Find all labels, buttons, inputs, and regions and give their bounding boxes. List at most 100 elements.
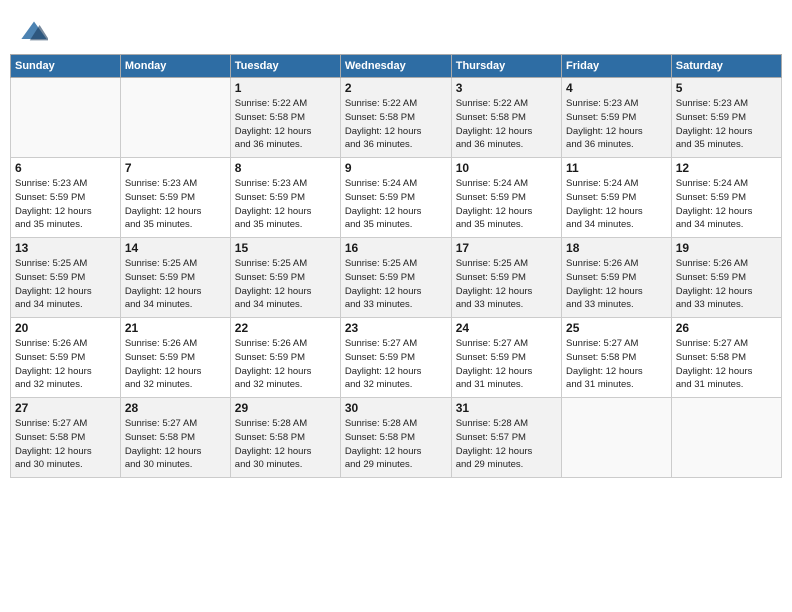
logo-icon [20, 18, 48, 46]
calendar-week-row: 1 Sunrise: 5:22 AM Sunset: 5:58 PM Daylig… [11, 78, 782, 158]
calendar-cell: 17 Sunrise: 5:25 AM Sunset: 5:59 PM Dayli… [451, 238, 561, 318]
day-number: 11 [566, 161, 667, 175]
day-info: Sunrise: 5:25 AM Sunset: 5:59 PM Dayligh… [345, 257, 447, 312]
day-number: 31 [456, 401, 557, 415]
calendar-cell: 18 Sunrise: 5:26 AM Sunset: 5:59 PM Dayli… [562, 238, 672, 318]
day-number: 22 [235, 321, 336, 335]
calendar-cell [11, 78, 121, 158]
day-number: 17 [456, 241, 557, 255]
calendar-cell: 13 Sunrise: 5:25 AM Sunset: 5:59 PM Dayli… [11, 238, 121, 318]
day-number: 16 [345, 241, 447, 255]
day-info: Sunrise: 5:27 AM Sunset: 5:58 PM Dayligh… [15, 417, 116, 472]
day-number: 21 [125, 321, 226, 335]
day-number: 9 [345, 161, 447, 175]
calendar-cell: 23 Sunrise: 5:27 AM Sunset: 5:59 PM Dayli… [340, 318, 451, 398]
day-number: 25 [566, 321, 667, 335]
day-info: Sunrise: 5:26 AM Sunset: 5:59 PM Dayligh… [566, 257, 667, 312]
day-number: 2 [345, 81, 447, 95]
calendar-cell: 8Sunrise: 5:23 AM Sunset: 5:59 PM Daylig… [230, 158, 340, 238]
calendar-cell [562, 398, 672, 478]
day-info: Sunrise: 5:26 AM Sunset: 5:59 PM Dayligh… [15, 337, 116, 392]
day-info: Sunrise: 5:25 AM Sunset: 5:59 PM Dayligh… [15, 257, 116, 312]
calendar-cell: 24 Sunrise: 5:27 AM Sunset: 5:59 PM Dayli… [451, 318, 561, 398]
day-info: Sunrise: 5:23 AM Sunset: 5:59 PM Dayligh… [676, 97, 777, 152]
calendar-cell: 5 Sunrise: 5:23 AM Sunset: 5:59 PM Daylig… [671, 78, 781, 158]
day-number: 3 [456, 81, 557, 95]
day-info: Sunrise: 5:27 AM Sunset: 5:58 PM Dayligh… [125, 417, 226, 472]
calendar-week-row: 27 Sunrise: 5:27 AM Sunset: 5:58 PM Dayli… [11, 398, 782, 478]
day-number: 19 [676, 241, 777, 255]
day-number: 1 [235, 81, 336, 95]
calendar-cell: 11 Sunrise: 5:24 AM Sunset: 5:59 PM Dayli… [562, 158, 672, 238]
day-info: Sunrise: 5:28 AM Sunset: 5:57 PM Dayligh… [456, 417, 557, 472]
calendar-week-row: 20 Sunrise: 5:26 AM Sunset: 5:59 PM Dayli… [11, 318, 782, 398]
header-thursday: Thursday [451, 55, 561, 78]
day-number: 13 [15, 241, 116, 255]
calendar-cell: 22 Sunrise: 5:26 AM Sunset: 5:59 PM Dayli… [230, 318, 340, 398]
calendar-cell: 25 Sunrise: 5:27 AM Sunset: 5:58 PM Dayli… [562, 318, 672, 398]
calendar-cell: 28 Sunrise: 5:27 AM Sunset: 5:58 PM Dayli… [120, 398, 230, 478]
calendar-cell: 31 Sunrise: 5:28 AM Sunset: 5:57 PM Dayli… [451, 398, 561, 478]
day-info: Sunrise: 5:27 AM Sunset: 5:58 PM Dayligh… [566, 337, 667, 392]
day-info: Sunrise: 5:26 AM Sunset: 5:59 PM Dayligh… [676, 257, 777, 312]
calendar-cell [120, 78, 230, 158]
header-sunday: Sunday [11, 55, 121, 78]
day-number: 30 [345, 401, 447, 415]
calendar-cell: 15Sunrise: 5:25 AM Sunset: 5:59 PM Dayli… [230, 238, 340, 318]
day-info: Sunrise: 5:24 AM Sunset: 5:59 PM Dayligh… [676, 177, 777, 232]
day-info: Sunrise: 5:23 AM Sunset: 5:59 PM Dayligh… [125, 177, 226, 232]
day-number: 10 [456, 161, 557, 175]
day-number: 5 [676, 81, 777, 95]
day-number: 15 [235, 241, 336, 255]
day-number: 4 [566, 81, 667, 95]
header-tuesday: Tuesday [230, 55, 340, 78]
header-saturday: Saturday [671, 55, 781, 78]
calendar-cell: 3 Sunrise: 5:22 AM Sunset: 5:58 PM Daylig… [451, 78, 561, 158]
day-number: 29 [235, 401, 336, 415]
header-friday: Friday [562, 55, 672, 78]
day-info: Sunrise: 5:27 AM Sunset: 5:59 PM Dayligh… [456, 337, 557, 392]
header-wednesday: Wednesday [340, 55, 451, 78]
day-info: Sunrise: 5:23 AM Sunset: 5:59 PM Dayligh… [15, 177, 116, 232]
day-info: Sunrise: 5:24 AM Sunset: 5:59 PM Dayligh… [456, 177, 557, 232]
day-number: 14 [125, 241, 226, 255]
day-number: 8 [235, 161, 336, 175]
day-info: Sunrise: 5:26 AM Sunset: 5:59 PM Dayligh… [235, 337, 336, 392]
calendar-cell [671, 398, 781, 478]
calendar-cell: 9 Sunrise: 5:24 AM Sunset: 5:59 PM Daylig… [340, 158, 451, 238]
day-info: Sunrise: 5:25 AM Sunset: 5:59 PM Dayligh… [456, 257, 557, 312]
calendar-cell: 2Sunrise: 5:22 AM Sunset: 5:58 PM Daylig… [340, 78, 451, 158]
day-info: Sunrise: 5:24 AM Sunset: 5:59 PM Dayligh… [345, 177, 447, 232]
day-number: 23 [345, 321, 447, 335]
day-info: Sunrise: 5:27 AM Sunset: 5:59 PM Dayligh… [345, 337, 447, 392]
calendar-cell: 21 Sunrise: 5:26 AM Sunset: 5:59 PM Dayli… [120, 318, 230, 398]
calendar-table: SundayMondayTuesdayWednesdayThursdayFrid… [10, 54, 782, 478]
calendar-cell: 27 Sunrise: 5:27 AM Sunset: 5:58 PM Dayli… [11, 398, 121, 478]
day-info: Sunrise: 5:24 AM Sunset: 5:59 PM Dayligh… [566, 177, 667, 232]
page-header [10, 10, 782, 50]
day-info: Sunrise: 5:25 AM Sunset: 5:59 PM Dayligh… [125, 257, 226, 312]
day-number: 26 [676, 321, 777, 335]
calendar-cell: 19 Sunrise: 5:26 AM Sunset: 5:59 PM Dayli… [671, 238, 781, 318]
header-monday: Monday [120, 55, 230, 78]
day-info: Sunrise: 5:26 AM Sunset: 5:59 PM Dayligh… [125, 337, 226, 392]
day-number: 27 [15, 401, 116, 415]
day-number: 7 [125, 161, 226, 175]
calendar-cell: 6 Sunrise: 5:23 AM Sunset: 5:59 PM Daylig… [11, 158, 121, 238]
logo [20, 18, 52, 46]
calendar-cell: 29 Sunrise: 5:28 AM Sunset: 5:58 PM Dayli… [230, 398, 340, 478]
day-number: 24 [456, 321, 557, 335]
day-info: Sunrise: 5:27 AM Sunset: 5:58 PM Dayligh… [676, 337, 777, 392]
day-info: Sunrise: 5:22 AM Sunset: 5:58 PM Dayligh… [456, 97, 557, 152]
calendar-week-row: 6 Sunrise: 5:23 AM Sunset: 5:59 PM Daylig… [11, 158, 782, 238]
calendar-cell: 14 Sunrise: 5:25 AM Sunset: 5:59 PM Dayli… [120, 238, 230, 318]
calendar-cell: 26 Sunrise: 5:27 AM Sunset: 5:58 PM Dayli… [671, 318, 781, 398]
day-number: 28 [125, 401, 226, 415]
day-info: Sunrise: 5:28 AM Sunset: 5:58 PM Dayligh… [235, 417, 336, 472]
day-info: Sunrise: 5:23 AM Sunset: 5:59 PM Dayligh… [566, 97, 667, 152]
calendar-week-row: 13 Sunrise: 5:25 AM Sunset: 5:59 PM Dayli… [11, 238, 782, 318]
day-number: 18 [566, 241, 667, 255]
day-number: 20 [15, 321, 116, 335]
calendar-cell: 7 Sunrise: 5:23 AM Sunset: 5:59 PM Daylig… [120, 158, 230, 238]
day-number: 6 [15, 161, 116, 175]
